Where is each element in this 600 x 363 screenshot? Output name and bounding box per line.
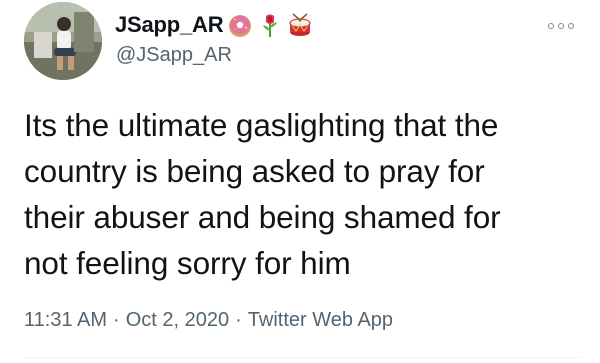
separator: · [235, 309, 242, 331]
rose-icon [257, 12, 283, 38]
drum-icon [287, 12, 313, 38]
tweet-text: Its the ultimate gaslighting that the co… [24, 102, 584, 286]
name-row: JSapp_AR [115, 10, 313, 40]
tweet-text-line: not feeling sorry for him [24, 245, 351, 281]
avatar-photo [24, 2, 102, 80]
more-options-icon[interactable] [548, 20, 574, 32]
separator: · [113, 309, 120, 331]
tweet-time[interactable]: 11:31 AM [24, 309, 107, 331]
tweet-card: JSapp_AR @JSapp_AR Its the ultimate gasl… [0, 0, 600, 363]
dot [558, 23, 564, 29]
divider [24, 357, 580, 358]
doughnut-icon [227, 12, 253, 38]
tweet-date[interactable]: Oct 2, 2020 [126, 309, 229, 331]
tweet-text-line: Its the ultimate gaslighting that the [24, 107, 499, 143]
tweet-text-line: country is being asked to pray for [24, 153, 485, 189]
avatar[interactable] [24, 2, 102, 80]
display-name[interactable]: JSapp_AR [115, 12, 224, 38]
tweet-source[interactable]: Twitter Web App [248, 309, 393, 331]
dot [548, 23, 554, 29]
tweet-text-line: their abuser and being shamed for [24, 199, 501, 235]
dot [568, 23, 574, 29]
user-handle[interactable]: @JSapp_AR [116, 44, 232, 67]
tweet-meta: 11:31 AM · Oct 2, 2020 · Twitter Web App [24, 309, 393, 332]
